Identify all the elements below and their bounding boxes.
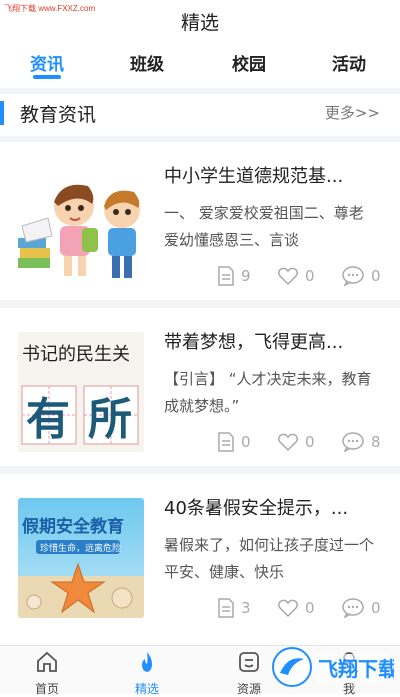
likes-stat[interactable]: 0 xyxy=(278,597,315,619)
heart-icon xyxy=(278,267,298,285)
likes-stat[interactable]: 0 xyxy=(278,431,315,453)
document-icon xyxy=(218,266,234,286)
tabbar-label: 精选 xyxy=(134,682,159,696)
category-tabs: 资讯 班级 校园 活动 xyxy=(0,44,400,88)
more-link[interactable]: 更多>> xyxy=(325,102,380,123)
heart-icon xyxy=(278,433,298,451)
article-summary: 一、 爱家爱校爱祖国二、尊老爱幼懂感恩三、言谈 xyxy=(164,204,364,249)
brand-watermark-logo: 飞翔下载 xyxy=(270,645,398,693)
article-card[interactable]: 书记的民生关 有 所 带着梦想，飞得更高... 【引言】 “人才决定未来，教育成… xyxy=(0,308,400,466)
article-summary: 【引言】 “人才决定未来，教育成就梦想。” xyxy=(164,370,372,415)
divider xyxy=(0,466,400,474)
comment-icon xyxy=(342,432,364,452)
views-count: 3 xyxy=(241,599,251,617)
likes-count: 0 xyxy=(305,267,315,285)
thumb-caption: 假期安全教育 xyxy=(22,516,124,537)
article-title[interactable]: 带着梦想，飞得更高... xyxy=(164,328,343,354)
tabbar-label: 首页 xyxy=(34,682,59,696)
divider xyxy=(0,88,400,94)
views-count: 9 xyxy=(241,267,251,285)
comments-stat[interactable]: 8 xyxy=(342,431,381,453)
thumb-subcaption: 珍惜生命，远离危险 xyxy=(40,542,121,554)
tab-activity[interactable]: 活动 xyxy=(332,50,366,75)
tab-campus[interactable]: 校园 xyxy=(232,50,266,75)
section-title: 教育资讯 xyxy=(20,104,97,126)
section-accent-bar xyxy=(0,101,4,125)
comment-icon xyxy=(342,598,364,618)
tab-active-indicator xyxy=(33,75,61,79)
heart-icon xyxy=(278,599,298,617)
comments-count: 8 xyxy=(371,433,381,451)
article-title[interactable]: 40条暑假安全提示，... xyxy=(164,494,348,520)
tabbar-featured[interactable]: 精选 xyxy=(117,650,177,697)
divider xyxy=(0,300,400,308)
views-count: 0 xyxy=(241,433,251,451)
thumb-char: 有 xyxy=(26,394,70,445)
tab-news[interactable]: 资讯 xyxy=(30,50,64,75)
views-stat: 3 xyxy=(218,597,251,619)
document-icon xyxy=(218,598,234,618)
comments-count: 0 xyxy=(371,267,381,285)
views-stat: 9 xyxy=(218,265,251,287)
article-summary: 暑假来了，如何让孩子度过一个平安、健康、快乐 xyxy=(164,536,375,581)
article-card[interactable]: 假期安全教育 珍惜生命，远离危险 40条暑假安全提示，... 暑假来了，如何让孩… xyxy=(0,474,400,645)
brand-watermark-text: 飞翔下载 xyxy=(318,657,394,681)
article-stats: 9 0 0 xyxy=(218,265,388,287)
article-card[interactable]: 中小学生道德规范基... 一、 爱家爱校爱祖国二、尊老爱幼懂感恩三、言谈 9 0… xyxy=(0,142,400,300)
comments-count: 0 xyxy=(371,599,381,617)
calligraphy-image: 书记的民生关 有 所 xyxy=(18,332,144,452)
article-stats: 3 0 0 xyxy=(218,597,388,619)
tabbar-home[interactable]: 首页 xyxy=(17,650,77,697)
article-stats: 0 0 8 xyxy=(218,431,388,453)
likes-stat[interactable]: 0 xyxy=(278,265,315,287)
flame-icon xyxy=(142,652,152,672)
comments-stat[interactable]: 0 xyxy=(342,597,381,619)
comment-icon xyxy=(342,266,364,286)
tab-class[interactable]: 班级 xyxy=(130,50,164,75)
likes-count: 0 xyxy=(305,433,315,451)
article-title[interactable]: 中小学生道德规范基... xyxy=(164,162,343,188)
page-title: 精选 xyxy=(180,12,219,34)
home-icon xyxy=(37,651,57,672)
views-stat: 0 xyxy=(218,431,251,453)
document-icon xyxy=(218,432,234,452)
thumb-caption: 书记的民生关 xyxy=(22,344,130,365)
starfish-beach-image: 假期安全教育 珍惜生命，远离危险 xyxy=(18,498,144,618)
likes-count: 0 xyxy=(305,599,315,617)
resource-icon xyxy=(239,652,259,672)
kids-cartoon-image xyxy=(18,166,144,286)
thumb-char: 所 xyxy=(88,394,132,445)
comments-stat[interactable]: 0 xyxy=(342,265,381,287)
